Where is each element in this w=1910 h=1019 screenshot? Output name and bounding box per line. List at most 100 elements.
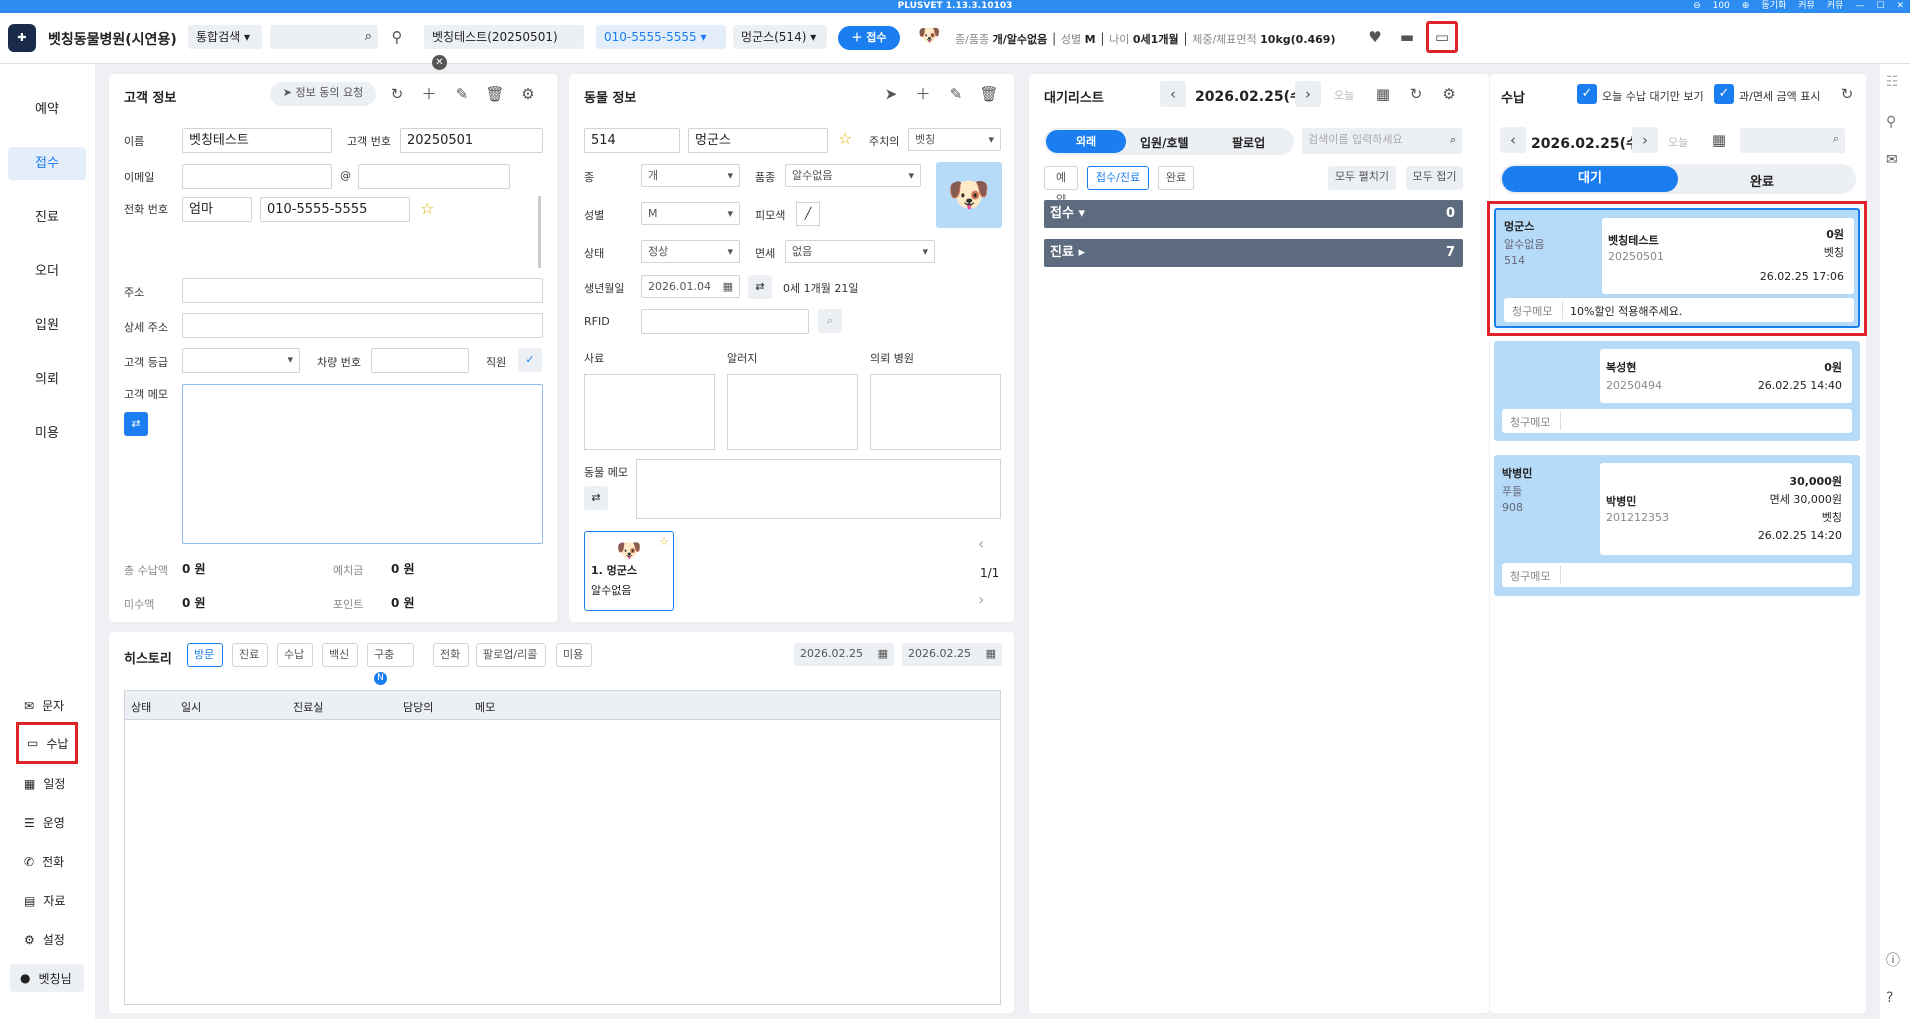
checkbox-today-only[interactable]: ✓ xyxy=(1577,84,1597,104)
nav-hospitalize[interactable]: 입원 xyxy=(8,309,86,342)
payment-card[interactable]: 멍군스 알수없음 514 벳칭테스트 20250501 0원 벳칭 26.02.… xyxy=(1494,208,1860,328)
search-icon[interactable]: ⌕ xyxy=(818,309,842,333)
species-select[interactable]: 개 ▾ xyxy=(641,164,740,187)
tab-complete[interactable]: 완료 xyxy=(1750,171,1774,190)
receive-button[interactable]: ＋ 접수 xyxy=(838,26,900,50)
name-field[interactable]: 벳칭테스트 xyxy=(182,128,332,153)
breed-select[interactable]: 알수없음 ▾ xyxy=(785,164,921,187)
allergy-field[interactable] xyxy=(727,374,858,450)
search-input[interactable]: ⌕ xyxy=(270,25,378,49)
history-tab-deworm[interactable]: 구충 N xyxy=(367,643,414,685)
today-button[interactable]: 오늘 xyxy=(1668,134,1688,150)
user-search-icon[interactable]: ⚲ xyxy=(384,24,410,50)
calendar-icon[interactable]: ▦ xyxy=(723,276,733,297)
address-field[interactable] xyxy=(182,278,543,303)
notify-button[interactable]: 커뮤 xyxy=(1798,0,1815,13)
history-tab-followup[interactable]: 팔로업/리콜 xyxy=(476,643,546,667)
heart-icon[interactable]: ♥ xyxy=(1362,24,1388,50)
animal-no-field[interactable]: 514 xyxy=(584,128,680,153)
nav-data[interactable]: ▤ 자료 xyxy=(24,892,65,909)
nav-referral[interactable]: 의뢰 xyxy=(8,363,86,396)
prev-date-icon[interactable]: ‹ xyxy=(1500,127,1526,153)
coat-color-picker[interactable]: ╱ xyxy=(796,202,820,226)
swap-icon[interactable]: ⇄ xyxy=(748,275,772,299)
sync-button[interactable]: 동기화 xyxy=(1761,0,1786,13)
filter-done[interactable]: 완료 xyxy=(1158,166,1194,190)
star-icon[interactable]: ☆ xyxy=(659,535,669,548)
exempt-select[interactable]: 없음 ▾ xyxy=(785,240,935,263)
trash-icon[interactable]: 🗑 xyxy=(976,81,1002,107)
star-icon[interactable]: ☆ xyxy=(420,199,434,218)
pet-select[interactable]: 멍군스(514) ▾ xyxy=(733,25,827,49)
checkbox-tax-amount[interactable]: ✓ xyxy=(1714,84,1734,104)
consent-request-button[interactable]: ➤ 정보 동의 요청 xyxy=(270,82,376,106)
nav-schedule[interactable]: ▦ 일정 xyxy=(24,775,65,792)
nav-reception[interactable]: 접수 xyxy=(8,147,86,180)
status-select[interactable]: 정상 ▾ xyxy=(641,240,740,263)
add-icon[interactable]: ＋ xyxy=(416,81,442,107)
edit-icon[interactable]: ✎ xyxy=(449,81,475,107)
email-field[interactable] xyxy=(182,164,332,189)
edit-icon[interactable]: ✎ xyxy=(943,81,969,107)
calendar-icon[interactable]: ▦ xyxy=(1370,81,1396,107)
tab-outpatient[interactable]: 외래 xyxy=(1046,130,1126,153)
filter-icon[interactable]: ⚙ xyxy=(1436,81,1462,107)
date-from-field[interactable]: 2026.02.25 ▦ xyxy=(794,643,894,666)
payment-card[interactable]: 복성현 20250494 0원 26.02.25 14:40 청구메모 xyxy=(1494,341,1860,441)
info-icon[interactable]: ⓘ xyxy=(1886,950,1900,970)
swap-icon[interactable]: ⇄ xyxy=(124,412,148,436)
contact-icon[interactable]: ☷ xyxy=(1886,74,1899,90)
next-date-icon[interactable]: › xyxy=(1295,81,1321,107)
email-domain-field[interactable] xyxy=(358,164,510,189)
rfid-field[interactable] xyxy=(641,309,809,334)
phone-field[interactable]: 010-5555-5555 xyxy=(260,197,410,222)
animal-memo-field[interactable] xyxy=(636,459,1001,519)
car-field[interactable] xyxy=(371,348,469,373)
clear-icon[interactable]: ✕ xyxy=(432,55,447,70)
calendar-icon[interactable]: ▦ xyxy=(878,643,888,664)
search-icon[interactable]: ⌕ xyxy=(1450,128,1456,152)
prev-date-icon[interactable]: ‹ xyxy=(1160,81,1186,107)
settings-icon[interactable]: ⚙ xyxy=(515,81,541,107)
customer-no-field[interactable]: 20250501 xyxy=(400,128,543,153)
payment-search-input[interactable]: ⌕ xyxy=(1740,128,1845,153)
history-tab-grooming[interactable]: 미용 xyxy=(556,643,592,667)
history-tab-vaccine[interactable]: 백신 xyxy=(322,643,358,667)
group-treatment[interactable]: 진료 ▸ 7 xyxy=(1044,239,1463,267)
chevron-up-icon[interactable]: ‹ xyxy=(978,534,984,553)
nav-reserve[interactable]: 예약 xyxy=(8,93,86,126)
history-tab-visit[interactable]: 방문 xyxy=(187,643,223,667)
close-icon[interactable]: ✕ xyxy=(1896,0,1904,13)
nav-phone[interactable]: ✆ 전화 xyxy=(24,853,64,870)
nav-operation[interactable]: ☰ 운영 xyxy=(24,814,65,831)
refresh-icon[interactable]: ↻ xyxy=(1834,81,1860,107)
chevron-down-icon[interactable]: › xyxy=(978,590,984,609)
phone-select[interactable]: 010-5555-5555 ▾ xyxy=(596,25,726,49)
swap-icon[interactable]: ⇄ xyxy=(584,486,608,510)
referral-field[interactable] xyxy=(870,374,1001,450)
next-date-icon[interactable]: › xyxy=(1632,127,1658,153)
zoom-out-icon[interactable]: ⊖ xyxy=(1693,0,1701,13)
animal-name-field[interactable]: 멍군스 xyxy=(688,128,828,153)
community-button[interactable]: 커뮤 xyxy=(1827,0,1844,13)
address-detail-field[interactable] xyxy=(182,313,543,338)
collapse-all-button[interactable]: 모두 접기 xyxy=(1406,166,1463,190)
tab-hospitalization[interactable]: 입원/호텔 xyxy=(1140,134,1189,151)
chat-icon[interactable]: ✉ xyxy=(1886,152,1898,168)
trash-icon[interactable]: 🗑 xyxy=(482,81,508,107)
nav-sms[interactable]: ✉ 문자 xyxy=(24,697,64,714)
customer-memo-field[interactable] xyxy=(182,384,543,544)
add-icon[interactable]: ＋ xyxy=(910,81,936,107)
calendar-icon[interactable]: ▦ xyxy=(1706,127,1732,153)
nav-user[interactable]: ● 벳칭님 xyxy=(10,964,84,992)
nav-settings[interactable]: ⚙ 설정 xyxy=(24,931,65,948)
filter-reserve[interactable]: 예약 xyxy=(1044,166,1078,206)
nav-treatment[interactable]: 진료 xyxy=(8,201,86,234)
pet-card[interactable]: 🐶 ☆ 1. 멍군스 알수없음 xyxy=(584,531,674,611)
scrollbar[interactable] xyxy=(538,196,541,268)
maximize-icon[interactable]: ☐ xyxy=(1876,0,1884,13)
expand-all-button[interactable]: 모두 펼치기 xyxy=(1328,166,1396,190)
search-icon[interactable]: ⌕ xyxy=(365,25,372,48)
card-icon[interactable]: ▭ xyxy=(1426,21,1458,53)
history-tab-treatment[interactable]: 진료 xyxy=(232,643,268,667)
